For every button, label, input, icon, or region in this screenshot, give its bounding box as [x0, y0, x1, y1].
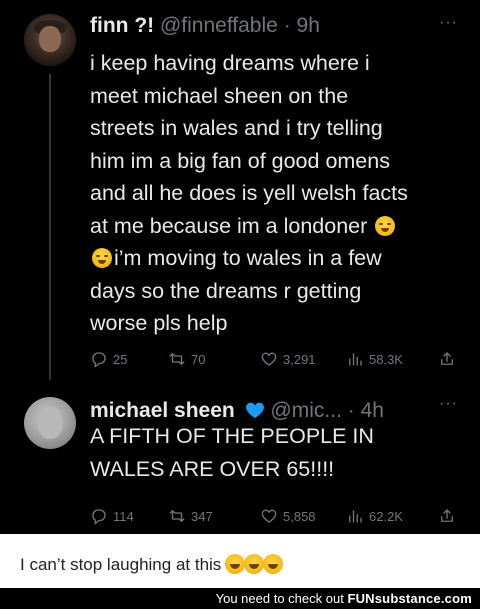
- like-count: 3,291: [283, 351, 316, 367]
- share-button[interactable]: [438, 507, 456, 525]
- retweet-button[interactable]: 347: [168, 507, 213, 525]
- display-name[interactable]: finn ?!: [90, 14, 154, 37]
- retweet-count: 347: [191, 508, 213, 524]
- tweet-text: i keep having dreams where i meet michae…: [90, 47, 460, 340]
- views-button[interactable]: 58.3K: [346, 350, 403, 368]
- display-name[interactable]: michael sheen: [90, 399, 235, 422]
- avatar[interactable]: [24, 397, 76, 449]
- retweet-count: 70: [191, 351, 206, 367]
- tweet-line: and all he does is yell welsh facts: [90, 181, 408, 205]
- view-count: 58.3K: [369, 351, 403, 367]
- more-options-icon[interactable]: ···: [439, 395, 458, 413]
- rolling-laughing-emoji-icon: [225, 554, 246, 574]
- views-bar-chart-icon: [349, 510, 362, 523]
- heart-icon: [261, 509, 277, 523]
- reply-button[interactable]: 114: [90, 507, 134, 525]
- tweet-text: A FIFTH OF THE PEOPLE IN WALES ARE OVER …: [90, 420, 460, 485]
- tweet-line: meet michael sheen on the: [90, 83, 349, 108]
- tweet-finn[interactable]: finn ?! @finneffable · 9h ··· i keep hav…: [6, 0, 474, 382]
- share-icon: [441, 352, 453, 365]
- handle[interactable]: @mic...: [270, 399, 341, 422]
- thread-line: [49, 74, 51, 380]
- watermark[interactable]: You need to check out FUNsubstance.com: [216, 591, 472, 606]
- more-options-icon[interactable]: ···: [439, 14, 458, 32]
- tweet-line: WALES ARE OVER 65!!!!: [90, 456, 335, 481]
- tweet-line: him im a big fan of good omens: [90, 148, 390, 173]
- share-icon: [441, 509, 453, 522]
- watermark-prefix: You need to check out: [215, 591, 344, 606]
- tweet-header: finn ?! @finneffable · 9h: [90, 14, 320, 38]
- separator: ·: [347, 399, 355, 422]
- tweet-actions: 25 70 3,291 58.3K: [90, 350, 474, 374]
- reply-count: 114: [113, 508, 134, 524]
- reply-icon: [92, 509, 106, 525]
- rolling-laughing-emoji-icon: [263, 554, 284, 574]
- tweet-line: i’m moving to wales in a few: [114, 246, 382, 270]
- tweet-line: i keep having dreams where i: [90, 51, 370, 75]
- tweet-actions: 114 347 5,858 62.2K: [90, 507, 474, 531]
- handle[interactable]: @finneffable: [160, 14, 278, 37]
- meme-frame: finn ?! @finneffable · 9h ··· i keep hav…: [0, 0, 480, 609]
- heart-icon: [261, 352, 277, 366]
- avatar[interactable]: [24, 14, 76, 66]
- tweet-line: A FIFTH OF THE PEOPLE IN: [90, 424, 374, 448]
- share-button[interactable]: [438, 350, 456, 368]
- timestamp[interactable]: 4h: [361, 399, 384, 422]
- views-bar-chart-icon: [349, 353, 362, 366]
- watermark-footer: You need to check out FUNsubstance.com: [0, 588, 480, 609]
- retweet-icon: [169, 510, 185, 522]
- tweet-line: days so the dreams r getting: [90, 278, 362, 303]
- caption-text: I can’t stop laughing at this: [20, 555, 222, 574]
- reply-button[interactable]: 25: [90, 350, 127, 368]
- timestamp[interactable]: 9h: [297, 14, 320, 37]
- crying-face-emoji-icon: [92, 248, 112, 268]
- crying-face-emoji-icon: [375, 215, 396, 236]
- caption: I can’t stop laughing at this: [20, 554, 284, 575]
- blue-heart-icon: [245, 402, 264, 419]
- view-count: 62.2K: [369, 508, 403, 524]
- retweet-icon: [169, 353, 185, 365]
- tweet-line: streets in wales and i try telling: [90, 116, 383, 140]
- caption-strip: I can’t stop laughing at this: [0, 534, 480, 588]
- retweet-button[interactable]: 70: [168, 350, 205, 368]
- tweet-screenshot: finn ?! @finneffable · 9h ··· i keep hav…: [6, 0, 474, 534]
- tweet-michael-sheen[interactable]: michael sheen @mic... · 4h ··· A FIFTH O…: [6, 385, 474, 534]
- tweet-line: at me because im a londoner: [90, 213, 368, 238]
- views-button[interactable]: 62.2K: [346, 507, 403, 525]
- separator: ·: [283, 14, 291, 37]
- like-count: 5,858: [283, 508, 316, 524]
- like-button[interactable]: 5,858: [260, 507, 316, 525]
- reply-count: 25: [113, 351, 128, 367]
- like-button[interactable]: 3,291: [260, 350, 316, 368]
- tears-of-joy-emoji-icon: [244, 554, 265, 574]
- reply-icon: [92, 352, 106, 368]
- tweet-line: worse pls help: [90, 311, 228, 335]
- watermark-brand: FUNsubstance.com: [347, 591, 472, 606]
